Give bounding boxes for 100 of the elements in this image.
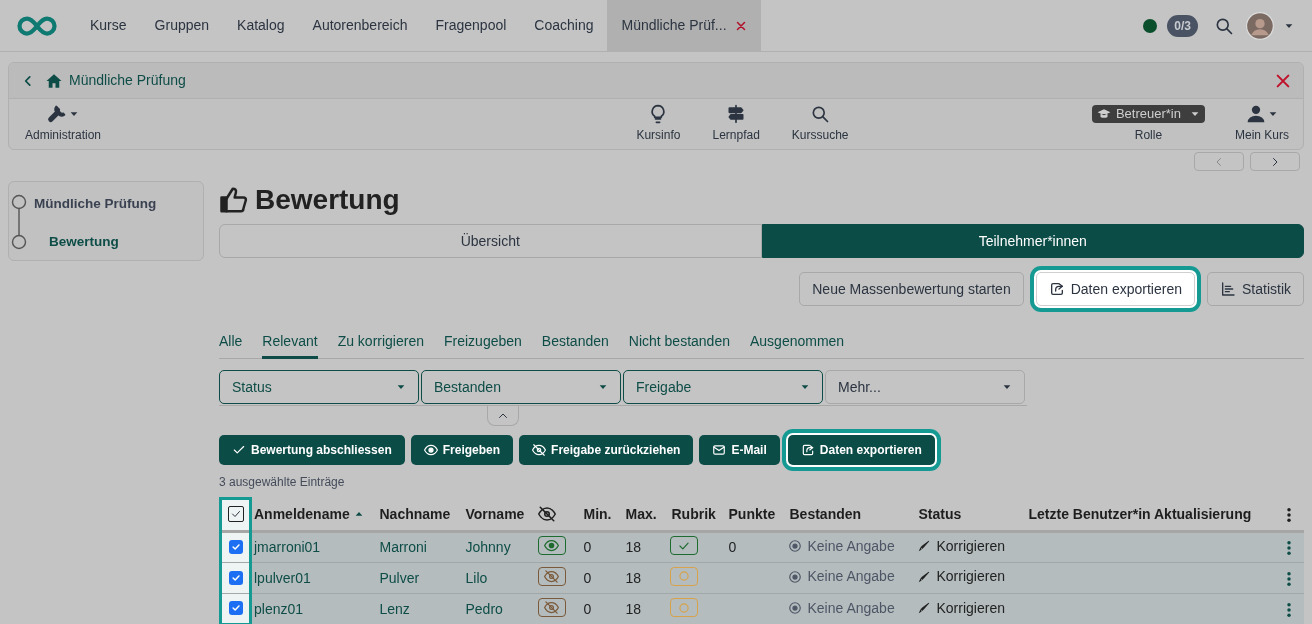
filter-tab[interactable]: Alle bbox=[219, 326, 243, 359]
caret-icon bbox=[1002, 382, 1012, 392]
name-link[interactable]: Marroni bbox=[379, 539, 427, 555]
name-link[interactable]: Lilo bbox=[465, 569, 488, 586]
counter-badge: 0/3 bbox=[1167, 14, 1198, 37]
check-icon bbox=[230, 603, 241, 613]
bulk-action-button[interactable]: E-Mail bbox=[699, 435, 780, 465]
caret-icon bbox=[1268, 109, 1278, 119]
nav-tab[interactable]: Gruppen bbox=[140, 0, 224, 52]
bulk-action-button[interactable]: Freigeben bbox=[410, 435, 514, 465]
eye-slash-icon bbox=[544, 568, 559, 584]
eye-slash-icon bbox=[544, 599, 559, 615]
sidebar-item[interactable]: Bewertung bbox=[9, 232, 203, 253]
circle-icon bbox=[676, 600, 691, 615]
avatar-icon bbox=[1246, 11, 1274, 40]
column-header[interactable]: Anmeldename bbox=[254, 503, 364, 525]
filter-tab[interactable]: Freizugeben bbox=[444, 326, 522, 359]
filter-dropdown[interactable]: Freigabe bbox=[623, 370, 823, 404]
column-header[interactable]: Letzte Benutzer*in Aktualisierung bbox=[1028, 503, 1252, 525]
chart-icon bbox=[1220, 281, 1236, 297]
filter-tab[interactable]: Bestanden bbox=[541, 326, 609, 359]
toolbar-button[interactable]: Kursinfo bbox=[634, 104, 683, 144]
caret-icon bbox=[800, 382, 810, 392]
tree-line-icon bbox=[11, 194, 27, 250]
table-cell-text: Korrigieren bbox=[936, 567, 1005, 587]
login-link[interactable]: lpulver01 bbox=[254, 569, 311, 586]
course-title-link[interactable]: Mündliche Prüfung bbox=[69, 70, 186, 91]
toolbar-button[interactable]: Lernpfad bbox=[710, 104, 762, 144]
row-checkbox[interactable] bbox=[228, 570, 243, 585]
nav-tab[interactable]: Coaching bbox=[520, 0, 608, 52]
toolbar-button[interactable]: Administration bbox=[23, 104, 104, 144]
my-course-button[interactable]: Mein Kurs bbox=[1234, 104, 1289, 144]
close-icon[interactable] bbox=[734, 19, 747, 32]
radio-dot-icon bbox=[787, 569, 802, 584]
row-checkbox[interactable] bbox=[228, 601, 243, 615]
more-vertical-icon[interactable] bbox=[1287, 570, 1291, 587]
filter-tab[interactable]: Relevant bbox=[262, 326, 318, 359]
marker-pen-icon bbox=[916, 601, 931, 615]
action-button[interactable]: Statistik bbox=[1207, 272, 1304, 306]
table-cell: 18 bbox=[625, 539, 642, 555]
column-header[interactable]: Vorname bbox=[465, 503, 525, 525]
table-cell-text: Korrigieren bbox=[936, 598, 1005, 618]
column-header[interactable]: Nachname bbox=[379, 503, 451, 525]
name-link[interactable]: Pulver bbox=[379, 569, 420, 586]
role-label: Rolle bbox=[1134, 126, 1163, 144]
table-cell-text: Keine Angabe bbox=[807, 598, 895, 618]
column-header[interactable]: Max. bbox=[625, 503, 657, 525]
page-title: Bewertung bbox=[255, 183, 400, 217]
selection-count: 3 ausgewählte Einträge bbox=[219, 474, 346, 491]
column-header[interactable]: Min. bbox=[583, 503, 612, 525]
filter-dropdown[interactable]: Status bbox=[219, 370, 419, 404]
caret-icon bbox=[598, 382, 608, 392]
table-cell: 0 bbox=[583, 569, 592, 586]
segment-tab[interactable]: Übersicht bbox=[219, 224, 762, 258]
nav-tab[interactable]: Kurse bbox=[76, 0, 141, 52]
filter-dropdown[interactable]: Mehr... bbox=[825, 370, 1025, 404]
column-header[interactable]: Bestanden bbox=[789, 503, 862, 525]
circle-icon bbox=[676, 569, 691, 584]
bulk-action-button[interactable]: Bewertung abschliessen bbox=[219, 435, 405, 465]
segment-tab[interactable]: Teilnehmer*innen bbox=[761, 224, 1304, 258]
select-all-checkbox[interactable] bbox=[227, 505, 244, 522]
nav-tab[interactable]: Fragenpool bbox=[421, 0, 521, 52]
eye-slash-icon bbox=[532, 443, 547, 457]
radio-dot-icon bbox=[787, 601, 802, 615]
table-cell-text: Keine Angabe bbox=[807, 567, 895, 587]
table-cell: 18 bbox=[625, 569, 642, 586]
column-header[interactable]: Punkte bbox=[728, 503, 776, 525]
more-vertical-icon bbox=[1287, 507, 1291, 524]
filter-tab[interactable]: Zu korrigieren bbox=[337, 326, 424, 359]
action-button[interactable]: Neue Massenbewertung starten bbox=[799, 272, 1024, 306]
close-icon[interactable] bbox=[1275, 72, 1291, 89]
nav-tab[interactable]: Katalog bbox=[223, 0, 299, 52]
eye-icon bbox=[544, 538, 559, 553]
name-link[interactable]: Johnny bbox=[465, 539, 511, 555]
column-header[interactable]: Rubrik bbox=[671, 503, 716, 525]
table-cell: 0 bbox=[583, 600, 592, 617]
table-cell: 0 bbox=[728, 539, 737, 555]
role-dropdown[interactable]: Betreuer*in bbox=[1091, 104, 1205, 123]
wrench-icon bbox=[47, 104, 67, 124]
bulk-action-button[interactable]: Freigabe zurückziehen bbox=[519, 435, 694, 465]
sidebar-item[interactable]: Mündliche Prüfung bbox=[9, 194, 203, 215]
more-vertical-icon[interactable] bbox=[1287, 602, 1291, 619]
toolbar-button[interactable]: Kurssuche bbox=[789, 104, 851, 144]
login-link[interactable]: plenz01 bbox=[254, 600, 304, 617]
filter-dropdown[interactable]: Bestanden bbox=[421, 370, 621, 404]
radio-dot-icon bbox=[787, 539, 802, 554]
name-link[interactable]: Pedro bbox=[465, 600, 503, 617]
filter-tab[interactable]: Nicht bestanden bbox=[628, 326, 730, 359]
thumbs-up-icon bbox=[219, 185, 249, 215]
column-header[interactable]: Status bbox=[918, 503, 962, 525]
nav-tab[interactable]: Autorenbereich bbox=[298, 0, 422, 52]
check-icon bbox=[230, 572, 241, 583]
filter-tab[interactable]: Ausgenommen bbox=[749, 326, 845, 359]
row-checkbox[interactable] bbox=[228, 540, 243, 554]
export-icon bbox=[800, 443, 815, 457]
login-link[interactable]: jmarroni01 bbox=[254, 539, 321, 555]
check-icon bbox=[232, 443, 246, 457]
name-link[interactable]: Lenz bbox=[379, 600, 410, 617]
nav-tab[interactable]: Mündliche Prüf... bbox=[607, 0, 761, 52]
more-vertical-icon[interactable] bbox=[1287, 540, 1291, 557]
